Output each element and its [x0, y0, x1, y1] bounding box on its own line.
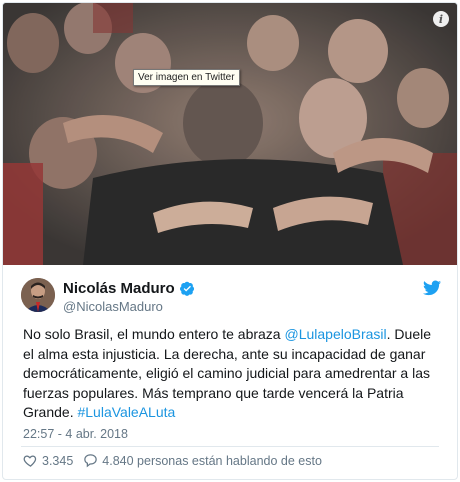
conversation-count: 4.840 personas están hablando de esto [102, 453, 322, 468]
heart-icon [23, 455, 37, 467]
avatar-image [21, 278, 55, 312]
author-name[interactable]: Nicolás Maduro [63, 280, 175, 297]
divider [21, 446, 439, 447]
avatar[interactable] [21, 278, 55, 312]
reply-button[interactable]: 4.840 personas están hablando de esto [83, 453, 322, 468]
verified-badge-icon [179, 281, 194, 296]
mention-link[interactable]: @LulapeloBrasil [284, 326, 386, 342]
hashtag-link[interactable]: #LulaValeALuta [77, 404, 175, 420]
tweet-text: No solo Brasil, el mundo entero te abraz… [23, 325, 443, 423]
like-count: 3.345 [42, 453, 74, 468]
tweet-text-segment: No solo Brasil, el mundo entero te abraz… [23, 326, 285, 342]
like-button[interactable]: 3.345 [23, 453, 73, 468]
tweet-timestamp[interactable]: 22:57 - 4 abr. 2018 [23, 427, 128, 441]
info-icon[interactable]: i [433, 11, 449, 27]
tweet-photo[interactable]: i Ver imagen en Twitter [3, 3, 457, 265]
speech-bubble-icon [84, 454, 98, 468]
crowd-photo-illustration [3, 3, 457, 265]
view-on-twitter-tooltip: Ver imagen en Twitter [133, 69, 240, 86]
tweet-actions: 3.345 4.840 personas están hablando de e… [23, 453, 322, 468]
author-handle[interactable]: @NicolasMaduro [63, 299, 163, 314]
tweet-header: Nicolás Maduro @NicolasMaduro [21, 278, 441, 318]
twitter-bird-icon[interactable] [423, 280, 441, 296]
embedded-tweet-card: i Ver imagen en Twitter Nicolás Maduro @… [2, 2, 458, 480]
